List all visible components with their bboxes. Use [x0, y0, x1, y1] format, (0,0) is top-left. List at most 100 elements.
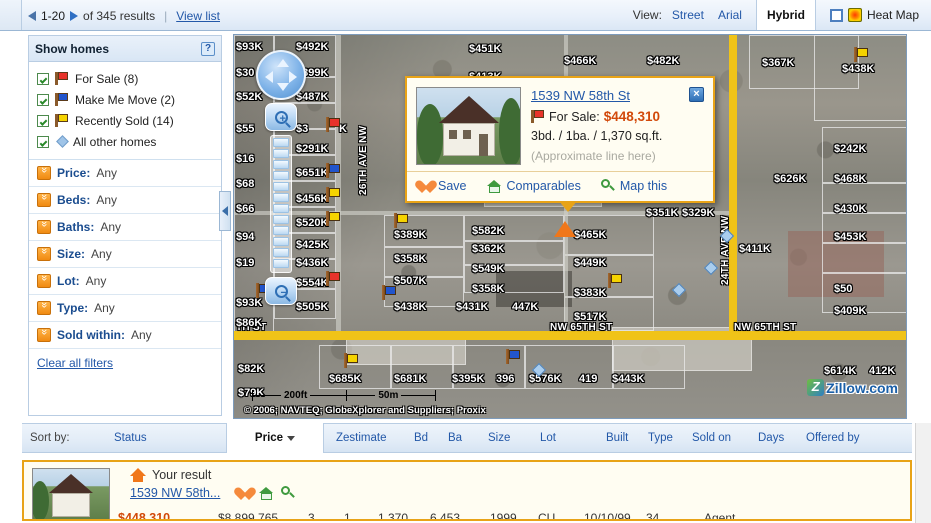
filter-row-lot[interactable]: Lot: Any [29, 268, 221, 295]
property-thumbnail[interactable] [416, 87, 521, 165]
filter-row-type[interactable]: Type: Any [29, 295, 221, 322]
map-marker-yellow-flag-icon[interactable] [854, 47, 869, 62]
filter-row-baths[interactable]: Baths: Any [29, 214, 221, 241]
zoom-slider-tick[interactable] [273, 248, 289, 257]
checkbox-row-for-sale[interactable]: For Sale (8) [37, 68, 221, 89]
map-price-label[interactable]: $554K [296, 277, 328, 289]
zoom-slider[interactable] [270, 135, 292, 273]
zillow-logo[interactable]: Z Zillow.com [807, 379, 898, 396]
map-price-label[interactable]: $507K [394, 275, 426, 287]
heart-icon[interactable] [238, 487, 252, 500]
zoom-slider-tick[interactable] [273, 215, 289, 224]
map-price-label[interactable]: $425K [296, 239, 328, 251]
map-marker-orange-house-icon[interactable] [554, 221, 576, 237]
map-price-label[interactable]: $520K [296, 217, 328, 229]
next-page-arrow-icon[interactable] [70, 10, 79, 21]
map-price-label[interactable]: $383K [574, 287, 606, 299]
map-marker-yellow-flag-icon[interactable] [326, 187, 341, 202]
zoom-slider-tick[interactable] [273, 193, 289, 202]
map-marker-yellow-flag-icon[interactable] [326, 211, 341, 226]
map-price-label[interactable]: $16 [236, 153, 254, 165]
column-header-sold-on[interactable]: Sold on [692, 432, 758, 444]
map-marker-red-flag-icon[interactable] [326, 117, 341, 132]
column-header-built[interactable]: Built [606, 432, 648, 444]
map-price-label[interactable]: $19 [236, 257, 254, 269]
map-marker-blue-flag-icon[interactable] [326, 163, 341, 178]
satellite-map[interactable]: 26TH AVE NW 24TH AVE NW NW 65TH ST NW 65… [233, 34, 907, 419]
filter-row-price[interactable]: Price: Any [29, 160, 221, 187]
map-pan-control[interactable] [256, 50, 306, 100]
map-price-label[interactable]: $291K [296, 143, 328, 155]
map-price-label[interactable]: $395K [452, 373, 484, 385]
column-header-price[interactable]: Price [226, 423, 324, 453]
map-price-label[interactable]: $431K [456, 301, 488, 313]
map-price-label[interactable]: 447K [512, 301, 538, 313]
map-price-label[interactable]: $358K [472, 283, 504, 295]
chevron-down-icon-type[interactable] [37, 301, 51, 315]
checkbox-all-other-homes[interactable] [37, 135, 49, 148]
map-price-label[interactable]: $453K [834, 231, 866, 243]
prev-page-arrow-icon[interactable] [28, 10, 36, 21]
column-header-days[interactable]: Days [758, 432, 806, 444]
zoom-slider-tick[interactable] [273, 259, 289, 268]
map-price-label[interactable]: $329K [682, 207, 714, 219]
map-price-label[interactable]: $30 [236, 67, 254, 79]
pan-down-icon[interactable] [277, 83, 289, 91]
map-price-label[interactable]: $68 [236, 178, 254, 190]
zoom-in-button[interactable]: + [265, 103, 297, 131]
view-option-hybrid[interactable]: Hybrid [755, 0, 816, 30]
checkbox-make-me-move[interactable] [37, 93, 49, 106]
pan-left-icon[interactable] [265, 71, 273, 83]
clear-all-filters-row[interactable]: Clear all filters [29, 349, 221, 377]
map-price-label[interactable]: 412K [869, 365, 895, 377]
column-header-zestimate[interactable]: Zestimate [324, 432, 414, 444]
map-price-label[interactable]: $466K [564, 55, 596, 67]
view-list-link[interactable]: View list [176, 9, 220, 23]
column-header-ba[interactable]: Ba [448, 432, 488, 444]
chevron-down-icon-beds[interactable] [37, 193, 51, 207]
map-price-label[interactable]: $438K [842, 63, 874, 75]
pan-up-icon[interactable] [277, 59, 289, 67]
map-price-label[interactable]: $409K [834, 305, 866, 317]
checkbox-row-recently-sold[interactable]: Recently Sold (14) [37, 110, 221, 131]
map-price-label[interactable]: $362K [472, 243, 504, 255]
map-price-label[interactable]: $468K [834, 173, 866, 185]
map-price-label[interactable]: $487K [296, 91, 328, 103]
zoom-slider-tick[interactable] [273, 237, 289, 246]
zoom-slider-tick[interactable] [273, 138, 289, 147]
column-header-status[interactable]: Status [114, 432, 226, 444]
pan-right-icon[interactable] [289, 71, 297, 83]
map-price-label[interactable]: $436K [296, 257, 328, 269]
map-price-label[interactable]: $86K [236, 317, 262, 329]
map-price-label[interactable]: $492K [296, 41, 328, 53]
map-marker-yellow-flag-icon[interactable] [394, 213, 409, 228]
map-price-label[interactable]: $443K [612, 373, 644, 385]
clear-all-filters-link[interactable]: Clear all filters [37, 356, 113, 370]
map-price-label[interactable]: $685K [329, 373, 361, 385]
filter-row-beds[interactable]: Beds: Any [29, 187, 221, 214]
map-price-label[interactable]: 396 [496, 373, 514, 385]
chevron-down-icon-price[interactable] [37, 166, 51, 180]
map-price-label[interactable]: $52K [236, 91, 262, 103]
house-icon[interactable] [259, 486, 274, 500]
table-row[interactable]: Your result 1539 NW 58th... $448,310 $8,… [22, 460, 912, 521]
checkbox-recently-sold[interactable] [37, 114, 49, 127]
chevron-down-icon-sold-within[interactable] [37, 328, 51, 342]
map-price-label[interactable]: $681K [394, 373, 426, 385]
map-price-label[interactable]: $449K [574, 257, 606, 269]
zoom-out-button[interactable]: − [265, 277, 297, 305]
map-price-label[interactable]: $614K [824, 365, 856, 377]
zoom-slider-tick[interactable] [273, 182, 289, 191]
map-price-label[interactable]: $50 [834, 283, 852, 295]
map-price-label[interactable]: $438K [394, 301, 426, 313]
row-thumbnail[interactable] [32, 468, 110, 519]
filter-row-size[interactable]: Size: Any [29, 241, 221, 268]
map-price-label[interactable]: $367K [762, 57, 794, 69]
map-marker-yellow-flag-icon[interactable] [608, 273, 623, 288]
map-price-label[interactable]: $517K [574, 311, 606, 323]
chevron-down-icon-baths[interactable] [37, 220, 51, 234]
map-price-label[interactable]: $3 [296, 123, 308, 135]
filter-row-sold-within[interactable]: Sold within: Any [29, 322, 221, 349]
map-price-label[interactable]: $430K [834, 203, 866, 215]
column-header-bd[interactable]: Bd [414, 432, 448, 444]
